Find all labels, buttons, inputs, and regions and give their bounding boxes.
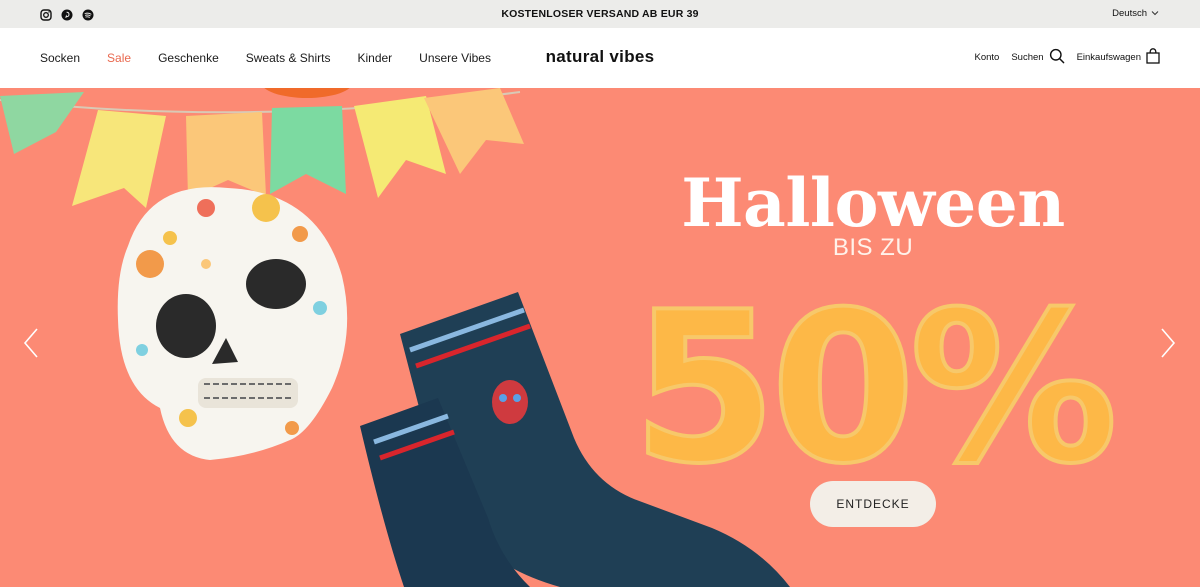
search-label: Suchen: [1011, 52, 1044, 63]
search-link[interactable]: Suchen: [1011, 48, 1064, 67]
hero-banner: 50% Halloween BIS ZU ENTDECKE: [0, 88, 1200, 587]
cart-link[interactable]: Einkaufswagen: [1077, 48, 1160, 67]
carousel-prev-button[interactable]: [20, 326, 42, 360]
discount-graphic: 50%: [630, 266, 1120, 512]
account-label: Konto: [974, 52, 1000, 63]
chevron-down-icon: [1151, 8, 1159, 19]
language-selector[interactable]: Deutsch: [1112, 8, 1159, 19]
shopping-bag-icon: [1146, 48, 1160, 67]
carousel-next-button[interactable]: [1157, 326, 1179, 360]
hero-title: Halloween: [681, 164, 1065, 242]
search-icon: [1049, 48, 1065, 67]
hero-subtitle: BIS ZU: [832, 234, 914, 261]
announcement-bar: KOSTENLOSER VERSAND AB EUR 39 Deutsch: [0, 0, 1200, 28]
svg-text:50%: 50%: [632, 268, 1112, 510]
shipping-announcement: KOSTENLOSER VERSAND AB EUR 39: [501, 8, 699, 20]
site-header: Socken Sale Geschenke Sweats & Shirts Ki…: [0, 28, 1200, 88]
hero-image: 50%: [0, 88, 1120, 587]
account-link[interactable]: Konto: [975, 52, 1000, 63]
cart-label: Einkaufswagen: [1076, 52, 1141, 63]
entdecke-button[interactable]: ENTDECKE: [810, 481, 936, 527]
header-actions: Konto Suchen Einkaufswagen: [963, 48, 1161, 67]
language-label: Deutsch: [1112, 8, 1147, 19]
chevron-right-icon: [1161, 328, 1176, 358]
chevron-left-icon: [23, 328, 38, 358]
